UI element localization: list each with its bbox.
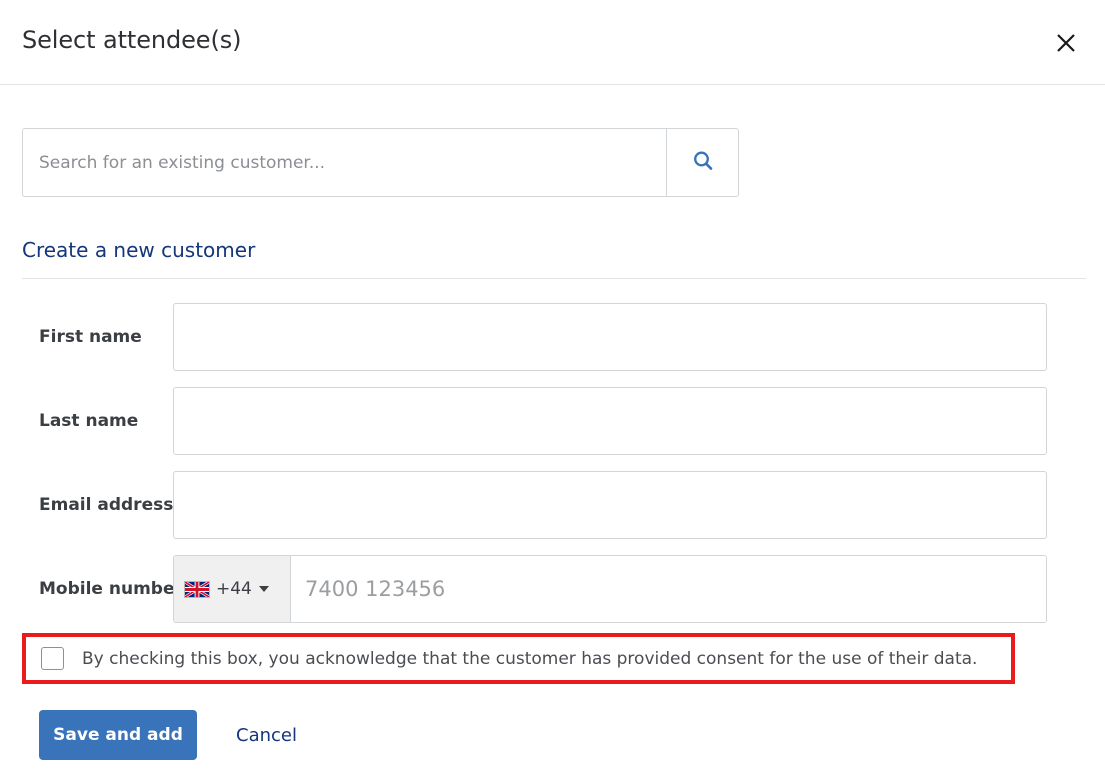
chevron-down-icon [258,586,269,592]
search-button[interactable] [666,128,739,197]
form-row-first-name: First name [0,303,1105,371]
email-label: Email address [39,495,174,515]
last-name-label: Last name [39,411,139,431]
close-button[interactable] [1047,24,1085,62]
mobile-number-group: +44 [173,555,1047,623]
search-icon [691,149,715,176]
modal-header: Select attendee(s) [0,0,1105,85]
first-name-field[interactable] [173,303,1047,371]
modal-footer: Save and add Cancel [39,710,297,760]
section-divider [22,278,1086,279]
form-row-mobile: Mobile number +44 [0,555,1105,623]
new-customer-form: First name Last name Email address Mobil… [0,303,1105,639]
uk-flag-icon [184,580,210,598]
consent-checkbox-row[interactable]: By checking this box, you acknowledge th… [22,633,1015,684]
page-title: Select attendee(s) [22,26,242,54]
customer-search-group [22,128,739,197]
form-row-email: Email address [0,471,1105,539]
cancel-button[interactable]: Cancel [236,725,297,746]
close-icon [1055,32,1077,54]
email-field[interactable] [173,471,1047,539]
search-input[interactable] [22,128,666,197]
first-name-label: First name [39,327,142,347]
last-name-field[interactable] [173,387,1047,455]
form-row-last-name: Last name [0,387,1105,455]
country-code-select[interactable]: +44 [174,556,291,622]
consent-label[interactable]: By checking this box, you acknowledge th… [82,649,977,669]
create-new-customer-link[interactable]: Create a new customer [22,238,255,262]
mobile-number-field[interactable] [291,556,1046,622]
consent-checkbox[interactable] [41,647,64,670]
mobile-number-label: Mobile number [39,579,183,599]
save-and-add-button[interactable]: Save and add [39,710,197,760]
dial-code-label: +44 [216,579,252,599]
